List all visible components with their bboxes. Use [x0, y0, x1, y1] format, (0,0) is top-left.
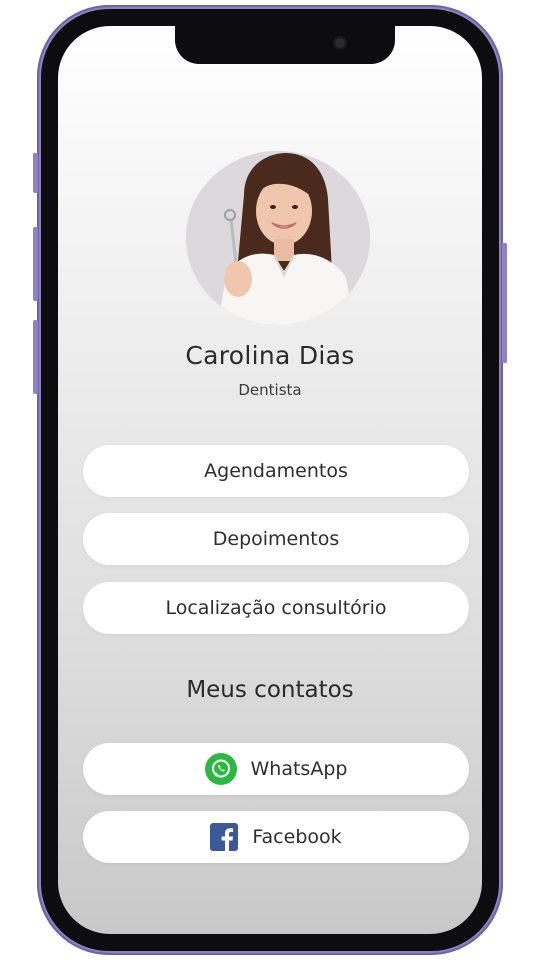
agendamentos-label: Agendamentos — [204, 460, 348, 482]
phone-bezel: Carolina Dias Dentista Agendamentos Depo… — [41, 9, 499, 951]
whatsapp-icon — [204, 753, 237, 785]
profile-photo — [186, 151, 370, 325]
localizacao-button[interactable]: Localização consultório — [83, 582, 469, 634]
profile-name: Carolina Dias — [185, 341, 355, 370]
facebook-icon — [210, 823, 239, 851]
localizacao-label: Localização consultório — [165, 597, 387, 619]
phone-frame: Carolina Dias Dentista Agendamentos Depo… — [33, 5, 507, 955]
volume-down-button — [33, 320, 38, 394]
whatsapp-label: WhatsApp — [250, 758, 348, 780]
avatar — [186, 151, 370, 325]
notch — [175, 26, 395, 64]
camera-icon — [335, 38, 345, 48]
depoimentos-button[interactable]: Depoimentos — [83, 513, 469, 565]
volume-up-button — [33, 227, 38, 301]
whatsapp-button[interactable]: WhatsApp — [83, 743, 469, 795]
mute-switch — [33, 153, 38, 193]
contacts-title: Meus contatos — [186, 677, 354, 703]
facebook-label: Facebook — [252, 826, 342, 848]
power-button — [502, 243, 507, 363]
agendamentos-button[interactable]: Agendamentos — [83, 445, 469, 497]
facebook-button[interactable]: Facebook — [83, 811, 469, 863]
profile-role: Dentista — [238, 381, 302, 399]
depoimentos-label: Depoimentos — [212, 528, 340, 550]
phone-screen: Carolina Dias Dentista Agendamentos Depo… — [58, 26, 482, 934]
